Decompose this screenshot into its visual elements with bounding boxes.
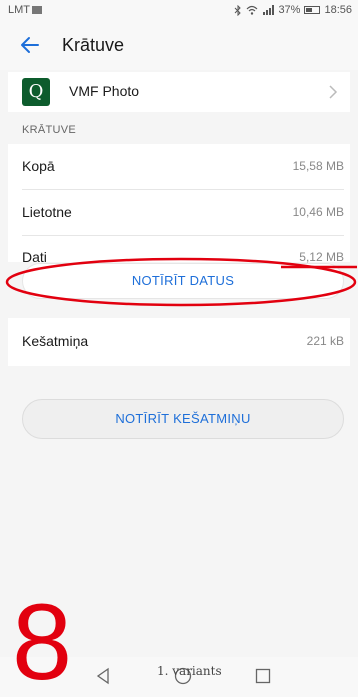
nav-recent-icon[interactable] (255, 668, 271, 684)
arrow-left-icon[interactable] (16, 31, 44, 59)
status-right: 37% 18:56 (234, 4, 352, 16)
app-info-row[interactable]: Q VMF Photo (8, 72, 350, 112)
battery-icon (304, 6, 321, 14)
app-name: VMF Photo (69, 83, 140, 99)
page-title: Krātuve (62, 35, 125, 55)
signal-icon (263, 5, 275, 15)
clock-label: 18:56 (324, 4, 352, 16)
storage-row-data: Dati 5,12 MB (8, 236, 350, 265)
row-value: 10,46 MB (292, 205, 344, 219)
section-header-storage: KRĀTUVE (22, 124, 77, 136)
clear-data-button[interactable]: NOTĪRĪT DATUS (22, 263, 344, 299)
battery-fill (306, 8, 312, 12)
image-icon (32, 6, 42, 14)
app-bar: Krātuve (0, 22, 358, 70)
row-value: 221 kB (306, 334, 344, 348)
step-number: 8 (12, 581, 73, 697)
battery-percent: 37% (278, 4, 301, 16)
chevron-right-icon (329, 85, 338, 99)
nav-back-icon[interactable] (95, 667, 111, 685)
row-value: 5,12 MB (299, 250, 344, 264)
bluetooth-icon (235, 4, 242, 16)
row-label: Kopā (22, 158, 55, 174)
row-label: Kešatmiņa (22, 333, 89, 349)
row-value: 15,58 MB (292, 159, 344, 173)
status-left: LMT (8, 4, 42, 16)
storage-row-app: Lietotne 10,46 MB (8, 190, 350, 236)
row-label: Lietotne (22, 204, 72, 220)
storage-row-total: Kopā 15,58 MB (8, 144, 350, 190)
app-logo-icon: Q (22, 78, 50, 106)
status-bar: LMT 37% 18:56 (0, 0, 358, 22)
clear-cache-button[interactable]: NOTĪRĪT KEŠATMIŅU (22, 399, 344, 439)
wifi-icon (247, 5, 258, 15)
variant-label: 1. variants (157, 664, 222, 678)
cache-row: Kešatmiņa 221 kB (8, 318, 350, 366)
carrier-label: LMT (8, 4, 30, 16)
